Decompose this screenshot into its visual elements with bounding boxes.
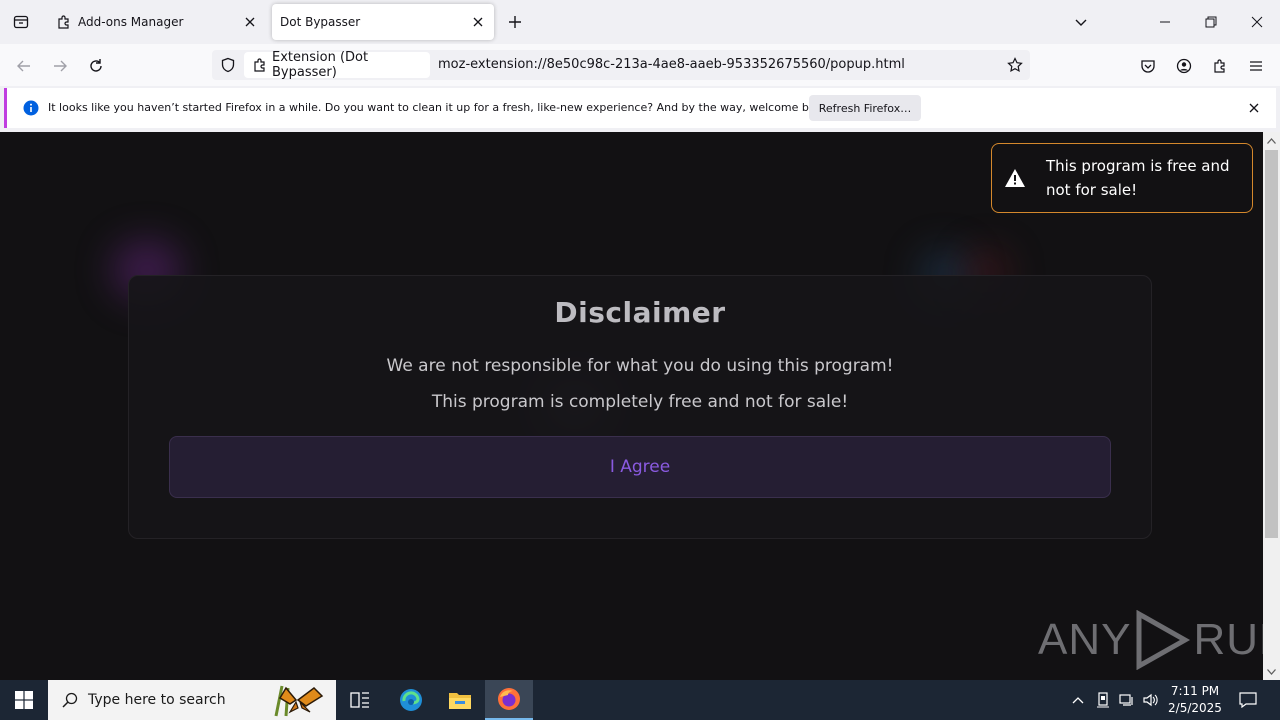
puzzle-icon — [252, 57, 268, 73]
tab-strip: Add-ons Manager Dot Bypasser — [0, 0, 1280, 44]
folder-icon — [449, 693, 471, 709]
notification-icon — [1239, 692, 1257, 708]
toast-message: This program is free and not for sale! — [1046, 157, 1230, 199]
firefox-view-button[interactable] — [0, 0, 42, 44]
tracking-protection-button[interactable] — [218, 55, 238, 75]
watermark-text-left: ANY — [1038, 615, 1132, 664]
task-view-icon — [350, 692, 369, 708]
taskbar-search[interactable]: Type here to search — [48, 680, 336, 720]
info-icon — [23, 100, 39, 116]
task-view-button[interactable] — [336, 680, 384, 720]
device-icon — [1097, 692, 1109, 708]
tab-dot-bypasser[interactable]: Dot Bypasser — [272, 4, 494, 40]
page-content: Disclaimer We are not responsible for wh… — [0, 132, 1263, 680]
close-notification-button[interactable] — [1246, 100, 1262, 116]
star-icon — [1007, 57, 1023, 73]
minimize-button[interactable] — [1142, 0, 1188, 44]
show-hidden-icons-button[interactable] — [1068, 680, 1088, 720]
caret-down-icon — [1267, 669, 1276, 675]
tab-label: Dot Bypasser — [280, 15, 361, 29]
agree-button[interactable]: I Agree — [169, 436, 1111, 498]
close-window-button[interactable] — [1234, 0, 1280, 44]
taskbar-clock[interactable]: 7:11 PM 2/5/2025 — [1166, 683, 1224, 717]
reload-icon — [90, 59, 102, 72]
search-placeholder: Type here to search — [88, 692, 226, 708]
puzzle-icon — [56, 14, 72, 30]
close-tab-icon[interactable] — [240, 12, 260, 32]
list-all-tabs-button[interactable] — [1058, 0, 1104, 44]
pocket-button[interactable] — [1134, 52, 1162, 80]
refresh-notification-bar: It looks like you haven’t started Firefo… — [4, 88, 1276, 128]
start-button[interactable] — [0, 680, 48, 720]
menu-button[interactable] — [1242, 52, 1270, 80]
arrow-left-icon — [17, 60, 30, 72]
forward-button[interactable] — [46, 52, 74, 80]
close-icon — [1251, 16, 1263, 28]
chevron-up-icon — [1072, 697, 1084, 704]
warning-icon — [1005, 169, 1025, 187]
butterfly-icon — [274, 685, 324, 717]
back-button[interactable] — [10, 52, 38, 80]
disclaimer-title: Disclaimer — [554, 296, 726, 329]
network-button[interactable] — [1116, 680, 1138, 720]
restore-button[interactable] — [1188, 0, 1234, 44]
bookmark-star-button[interactable] — [1003, 53, 1027, 77]
puzzle-icon — [1214, 59, 1225, 73]
chevron-down-icon — [1075, 19, 1087, 26]
refresh-firefox-button[interactable]: Refresh Firefox… — [809, 95, 921, 121]
plus-icon — [509, 16, 521, 28]
identity-box[interactable]: Extension (Dot Bypasser) — [244, 50, 430, 80]
network-icon — [1119, 694, 1133, 706]
warning-toast: This program is free and not for sale! — [991, 143, 1253, 213]
caret-up-icon — [1267, 138, 1276, 144]
edge-taskbar-button[interactable] — [387, 680, 435, 720]
close-icon — [1249, 103, 1259, 113]
clock-date: 2/5/2025 — [1168, 701, 1222, 715]
file-explorer-taskbar-button[interactable] — [436, 680, 484, 720]
arrow-right-icon — [54, 60, 67, 72]
identity-label: Extension (Dot Bypasser) — [272, 50, 369, 80]
firefox-icon — [498, 688, 520, 710]
shield-icon — [221, 57, 235, 73]
search-icon — [62, 692, 78, 708]
play-logo-icon — [1136, 610, 1191, 670]
reload-button[interactable] — [82, 52, 110, 80]
pocket-icon — [1141, 60, 1155, 73]
clock-time: 7:11 PM — [1170, 684, 1220, 698]
account-icon — [1176, 58, 1192, 74]
tab-label: Add-ons Manager — [78, 15, 184, 29]
restore-icon — [1205, 16, 1217, 28]
notification-message: It looks like you haven’t started Firefo… — [48, 101, 833, 114]
volume-button[interactable] — [1140, 680, 1162, 720]
scroll-down-button[interactable] — [1263, 664, 1280, 680]
account-button[interactable] — [1170, 52, 1198, 80]
scrollbar-thumb[interactable] — [1265, 150, 1278, 538]
watermark-text-right: RUN — [1193, 615, 1263, 664]
scroll-up-button[interactable] — [1263, 133, 1280, 149]
speaker-icon — [1143, 693, 1158, 707]
url-text[interactable]: moz-extension://8e50c98c-213a-4ae8-aaeb-… — [438, 57, 905, 72]
extensions-button[interactable] — [1206, 52, 1234, 80]
tray-device-button[interactable] — [1093, 680, 1113, 720]
action-center-button[interactable] — [1232, 680, 1264, 720]
hamburger-icon — [1250, 61, 1262, 71]
firefox-view-icon — [13, 15, 29, 29]
disclaimer-card: Disclaimer We are not responsible for wh… — [128, 275, 1152, 539]
taskbar: Type here to search 7:11 PM 2/5/2025 — [0, 680, 1280, 720]
firefox-taskbar-button[interactable] — [485, 680, 533, 720]
close-tab-icon[interactable] — [468, 12, 488, 32]
disclaimer-line-2: This program is completely free and not … — [431, 392, 849, 412]
disclaimer-line-1: We are not responsible for what you do u… — [386, 356, 894, 376]
windows-icon — [15, 691, 33, 709]
minimize-icon — [1160, 21, 1170, 23]
edge-icon — [400, 689, 422, 711]
anyrun-watermark: ANY RUN — [1038, 610, 1263, 670]
new-tab-button[interactable] — [503, 10, 527, 34]
tab-addons-manager[interactable]: Add-ons Manager — [44, 4, 266, 40]
